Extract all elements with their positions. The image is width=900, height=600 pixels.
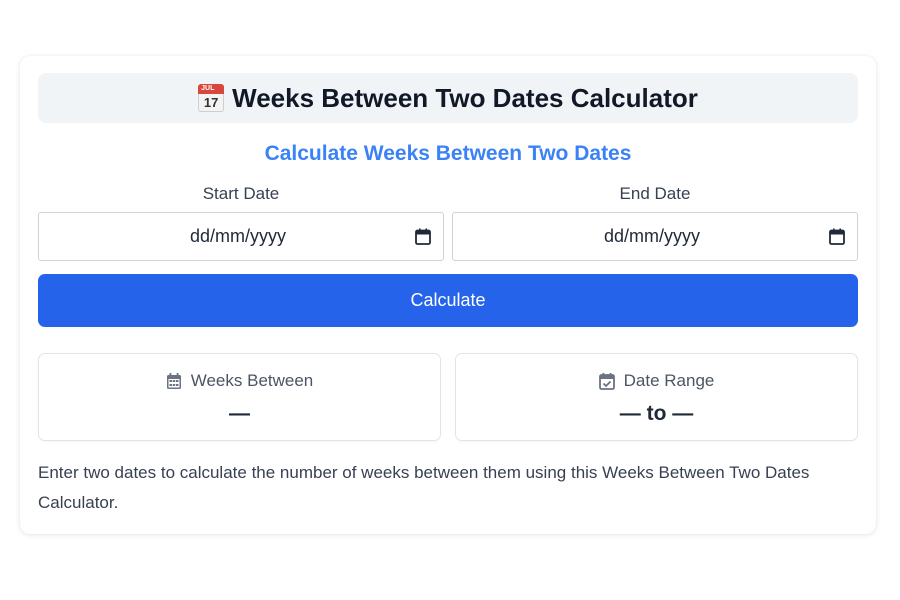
end-date-label: End Date [619,184,691,203]
page-title: Weeks Between Two Dates Calculator [232,82,698,113]
calendar-picker-icon[interactable] [415,228,431,245]
end-date-input[interactable]: dd/mm/yyyy [452,212,858,261]
date-range-label: Date Range [623,371,715,390]
calendar-emoji-icon: JUL 17 [198,84,225,112]
end-date-placeholder: dd/mm/yyyy [603,226,700,246]
calculator-card: JUL 17 Weeks Between Two Dates Calculato… [20,56,876,534]
calendar-picker-icon[interactable] [829,228,845,245]
start-date-input[interactable]: dd/mm/yyyy [38,212,444,261]
start-date-label: Start Date [202,184,280,203]
weeks-between-header: Weeks Between [39,371,440,391]
start-date-placeholder: dd/mm/yyyy [189,226,286,246]
weeks-between-value: — [229,402,250,425]
title-bar: JUL 17 Weeks Between Two Dates Calculato… [38,73,858,123]
calendar-emoji-day: 17 [198,94,225,112]
calendar-check-icon [598,372,615,390]
calendar-emoji-month: JUL [198,84,225,94]
help-text: Enter two dates to calculate the number … [38,463,810,512]
calculate-button[interactable]: Calculate [38,274,858,327]
date-range-value: — to — [619,402,694,425]
calendar-grid-icon [166,372,181,389]
section-subtitle: Calculate Weeks Between Two Dates [264,142,632,165]
weeks-between-result: Weeks Between — [38,353,441,441]
date-range-header: Date Range [456,371,857,391]
weeks-between-label: Weeks Between [190,371,314,390]
date-range-result: Date Range — to — [455,353,858,441]
